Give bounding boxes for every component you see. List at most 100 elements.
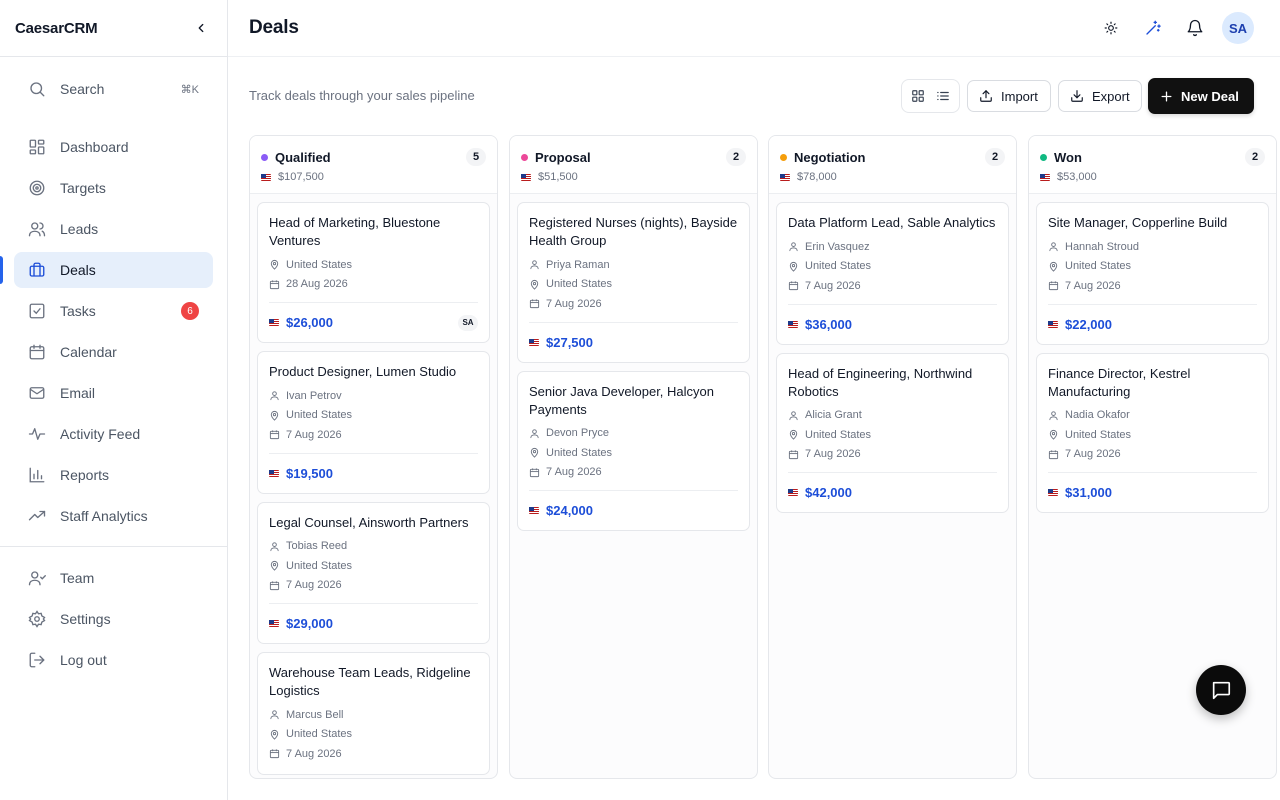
export-button[interactable]: Export [1058, 80, 1142, 112]
user-icon [269, 541, 280, 552]
deal-date: 7 Aug 2026 [788, 445, 997, 465]
sidebar-item-activity-feed[interactable]: Activity Feed [14, 416, 213, 452]
deal-person-value: Erin Vasquez [805, 240, 870, 253]
us-flag-icon [521, 173, 531, 181]
collapse-sidebar-button[interactable] [189, 16, 213, 40]
column-header: Negotiation 2 $78,000 [769, 136, 1016, 194]
deal-person: Nadia Okafor [1048, 406, 1257, 426]
deal-title: Head of Marketing, Bluestone Ventures [269, 215, 441, 248]
new-deal-button[interactable]: New Deal [1148, 78, 1254, 114]
column-cards: Data Platform Lead, Sable Analytics Erin … [769, 194, 1016, 529]
us-flag-icon [269, 319, 279, 326]
deal-card[interactable]: Legal Counsel, Ainsworth Partners Tobias … [257, 501, 490, 644]
bar-chart-icon [28, 466, 46, 484]
column-title-row: Negotiation 2 [780, 148, 1005, 166]
deal-title: Registered Nurses (nights), Bayside Heal… [529, 215, 738, 248]
deal-date: 7 Aug 2026 [269, 425, 478, 445]
sidebar-item-targets[interactable]: Targets [14, 170, 213, 206]
deal-card[interactable]: Senior Java Developer, Halcyon Payments D… [517, 370, 750, 531]
notifications-button[interactable] [1178, 11, 1212, 45]
tasks-count-badge: 6 [181, 302, 199, 320]
calendar-icon [28, 343, 46, 361]
calendar-icon [269, 580, 280, 591]
search-shortcut: ⌘K [180, 83, 199, 96]
deal-date-value: 7 Aug 2026 [286, 747, 342, 760]
deal-amount: $31,000 [1065, 485, 1112, 500]
column-total: $53,000 [1040, 171, 1265, 183]
deal-footer: $36,000 [788, 303, 997, 344]
calendar-icon [1048, 449, 1059, 460]
location-pin-icon [788, 429, 799, 440]
deal-location-value: United States [546, 446, 613, 459]
import-label: Import [1001, 88, 1038, 104]
deal-location: United States [788, 257, 997, 277]
sidebar-item-settings[interactable]: Settings [14, 601, 214, 637]
column-total-value: $53,000 [1057, 171, 1097, 183]
user-avatar[interactable]: SA [1222, 12, 1254, 44]
sidebar-item-team[interactable]: Team [14, 560, 214, 596]
top-actions: SA [1086, 11, 1254, 45]
deal-card[interactable]: Registered Nurses (nights), Bayside Heal… [517, 202, 750, 363]
deal-card[interactable]: Warehouse Team Leads, Ridgeline Logistic… [257, 652, 490, 775]
sidebar-item-label: Targets [60, 180, 106, 196]
location-pin-icon [269, 560, 280, 571]
deal-card[interactable]: Site Manager, Copperline Build Hannah Str… [1036, 202, 1269, 345]
deal-card[interactable]: Finance Director, Kestrel Manufacturing N… [1036, 352, 1269, 513]
stage-dot [1040, 153, 1047, 161]
deal-date-value: 7 Aug 2026 [1065, 448, 1121, 461]
deal-person: Marcus Bell [269, 705, 478, 725]
sidebar-search[interactable]: Search ⌘K [14, 71, 213, 107]
sidebar-item-reports[interactable]: Reports [14, 457, 213, 493]
pipeline-column-proposal: Proposal 2 $51,500 Registered Nurses (night… [509, 135, 758, 779]
deal-date: 7 Aug 2026 [1048, 445, 1257, 465]
deal-person: Ivan Petrov [269, 386, 478, 406]
us-flag-icon [788, 320, 798, 328]
sidebar-item-staff-analytics[interactable]: Staff Analytics [14, 498, 213, 534]
pipeline-column-qualified: Qualified 5 $107,500 Head of Marketing, Blu… [249, 135, 498, 779]
deal-card[interactable]: Product Designer, Lumen Studio Ivan Petro… [257, 351, 490, 494]
calendar-icon [269, 748, 280, 759]
briefcase-icon [28, 261, 46, 279]
deal-card[interactable]: Head of Marketing, Bluestone Ventures Uni… [257, 202, 490, 343]
deal-card[interactable]: Data Platform Lead, Sable Analytics Erin … [776, 202, 1009, 345]
chat-button[interactable] [1196, 665, 1246, 715]
us-flag-icon [780, 173, 790, 181]
deal-title: Data Platform Lead, Sable Analytics [788, 215, 996, 230]
theme-toggle-button[interactable] [1094, 11, 1128, 45]
calendar-icon [788, 449, 799, 460]
column-title: Qualified [275, 149, 331, 165]
sidebar-item-leads[interactable]: Leads [14, 211, 213, 247]
us-flag-icon [529, 507, 539, 514]
board-view-button[interactable] [907, 85, 929, 107]
user-icon [788, 241, 799, 252]
dashboard-icon [28, 138, 46, 156]
deal-location: United States [269, 406, 478, 426]
list-view-button[interactable] [932, 85, 954, 107]
sidebar-item-calendar[interactable]: Calendar [14, 334, 213, 370]
deal-footer: $26,000 SA [269, 302, 478, 342]
deal-owner-avatar[interactable]: SA [458, 314, 478, 331]
deal-card[interactable]: Head of Engineering, Northwind Robotics A… [776, 352, 1009, 513]
deal-title: Warehouse Team Leads, Ridgeline Logistic… [269, 665, 471, 698]
sidebar-item-logout[interactable]: Log out [14, 642, 214, 678]
deal-date: 7 Aug 2026 [269, 744, 478, 764]
deal-date-value: 7 Aug 2026 [546, 297, 602, 310]
sidebar-item-tasks[interactable]: Tasks 6 [14, 293, 213, 329]
sidebar-item-deals[interactable]: Deals [0, 252, 213, 288]
stage-dot [521, 153, 528, 161]
sidebar-item-email[interactable]: Email [14, 375, 213, 411]
ai-assist-button[interactable] [1136, 11, 1170, 45]
deal-amount: $27,500 [546, 334, 593, 350]
import-button[interactable]: Import [967, 80, 1051, 112]
sidebar-item-label: Settings [60, 611, 111, 627]
deal-location: United States [529, 275, 738, 295]
sidebar-item-dashboard[interactable]: Dashboard [14, 129, 213, 165]
deal-title: Finance Director, Kestrel Manufacturing [1048, 365, 1191, 399]
team-icon [28, 569, 46, 587]
deal-person-value: Priya Raman [546, 258, 610, 271]
deal-title: Head of Engineering, Northwind Robotics [788, 365, 973, 399]
us-flag-icon [269, 469, 279, 477]
us-flag-icon [788, 489, 798, 496]
top-bar: Deals SA [228, 0, 1280, 57]
deal-person-value: Ivan Petrov [286, 389, 342, 402]
